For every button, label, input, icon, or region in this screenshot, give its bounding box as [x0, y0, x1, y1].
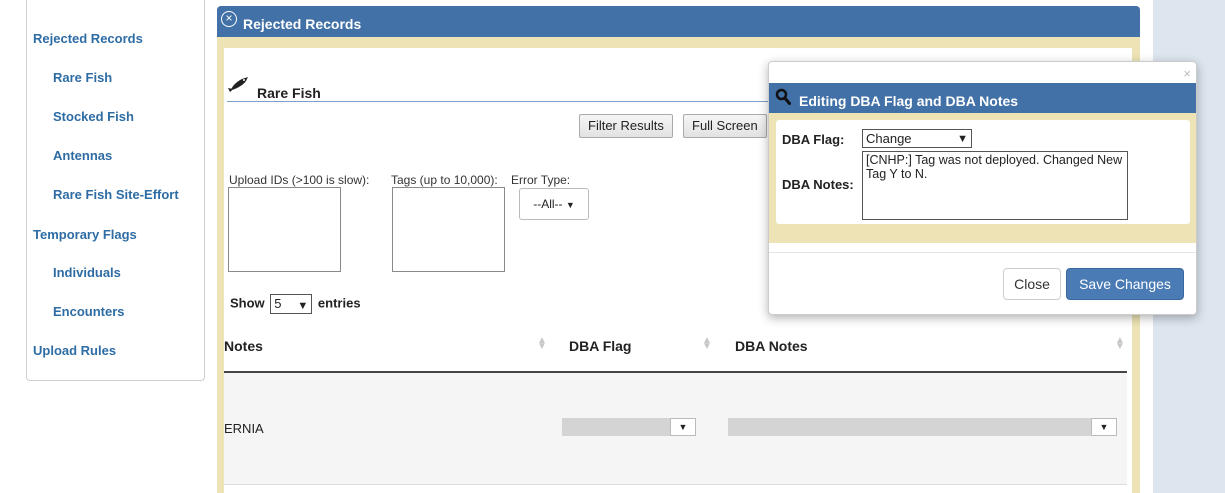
sidebar-item-rare-fish[interactable]: Rare Fish [53, 70, 112, 85]
error-type-label: Error Type: [511, 173, 571, 187]
sort-icon: ▲ ▼ [1115, 335, 1125, 352]
sidebar-item-rejected-records[interactable]: Rejected Records [33, 31, 143, 46]
tags-input[interactable] [392, 187, 505, 272]
show-prefix: Show [230, 295, 265, 311]
sort-icon: ▲ ▼ [537, 335, 547, 352]
modal-body: DBA Flag: Change ▼ DBA Notes: [CNHP:] Ta… [769, 113, 1196, 243]
caret-down-icon: ▼ [670, 418, 696, 436]
tags-label: Tags (up to 10,000): [391, 173, 498, 187]
entries-value: 5 [274, 296, 282, 311]
upload-ids-label: Upload IDs (>100 is slow): [229, 173, 370, 187]
modal-header: Editing DBA Flag and DBA Notes [769, 83, 1196, 113]
section-divider [227, 101, 777, 102]
show-suffix: entries [317, 295, 361, 311]
dba-flag-label: DBA Flag: [782, 132, 845, 147]
sort-icon: ▲ ▼ [702, 335, 712, 352]
dba-flag-dropdown[interactable]: Change ▼ [862, 129, 972, 148]
save-changes-button[interactable]: Save Changes [1066, 268, 1184, 300]
section-title: Rare Fish [257, 85, 321, 101]
modal-title: Editing DBA Flag and DBA Notes [799, 93, 1019, 109]
modal-form: DBA Flag: Change ▼ DBA Notes: [CNHP:] Ta… [776, 120, 1190, 224]
column-header-dba-flag[interactable]: DBA Flag [569, 338, 631, 354]
modal-footer-divider [769, 252, 1196, 253]
chevron-down-icon: ▼ [957, 133, 968, 145]
column-header-notes[interactable]: Notes [224, 338, 263, 354]
sidebar-item-temporary-flags[interactable]: Temporary Flags [33, 227, 137, 242]
entries-select[interactable]: 5 ▼ [270, 294, 313, 314]
sidebar-nav: Rejected Records Rare Fish Stocked Fish … [26, 0, 205, 381]
sidebar-item-encounters[interactable]: Encounters [53, 304, 125, 319]
sidebar-item-stocked-fish[interactable]: Stocked Fish [53, 109, 134, 124]
sidebar-item-rare-fish-site-effort[interactable]: Rare Fish Site-Effort [53, 187, 179, 202]
search-icon [775, 88, 791, 105]
dba-flag-select[interactable]: ▼ [562, 418, 696, 436]
show-entries: Show 5 ▼ entries [230, 294, 361, 314]
dba-notes-label: DBA Notes: [782, 177, 854, 192]
edit-dba-modal: × Editing DBA Flag and DBA Notes DBA Fla… [768, 61, 1197, 315]
fish-icon [228, 77, 248, 92]
column-header-dba-notes[interactable]: DBA Notes [735, 338, 808, 354]
sidebar-item-antennas[interactable]: Antennas [53, 148, 112, 163]
caret-down-icon: ▼ [565, 200, 575, 210]
close-circle-icon[interactable]: × [221, 11, 237, 27]
dba-notes-textarea[interactable]: [CNHP:] Tag was not deployed. Changed Ne… [862, 151, 1128, 220]
upload-ids-input[interactable] [228, 187, 341, 272]
row-divider [224, 484, 1127, 485]
full-screen-button[interactable]: Full Screen [683, 114, 767, 138]
caret-down-icon: ▼ [1091, 418, 1117, 436]
close-icon[interactable]: × [1183, 66, 1191, 81]
left-strip [0, 0, 10, 493]
close-button[interactable]: Close [1003, 268, 1061, 300]
dba-notes-select[interactable]: ▼ [728, 418, 1117, 436]
filter-results-button[interactable]: Filter Results [579, 114, 673, 138]
panel-header: × Rejected Records [217, 6, 1140, 37]
panel-title: Rejected Records [243, 16, 362, 32]
cell-notes: ERNIA [224, 421, 264, 436]
dba-flag-value: Change [866, 131, 912, 146]
sidebar-item-individuals[interactable]: Individuals [53, 265, 121, 280]
chevron-down-icon: ▼ [297, 300, 309, 312]
error-type-value: --All-- [533, 197, 563, 211]
sidebar-item-upload-rules[interactable]: Upload Rules [33, 343, 116, 358]
error-type-dropdown[interactable]: --All-- ▼ [519, 188, 589, 220]
